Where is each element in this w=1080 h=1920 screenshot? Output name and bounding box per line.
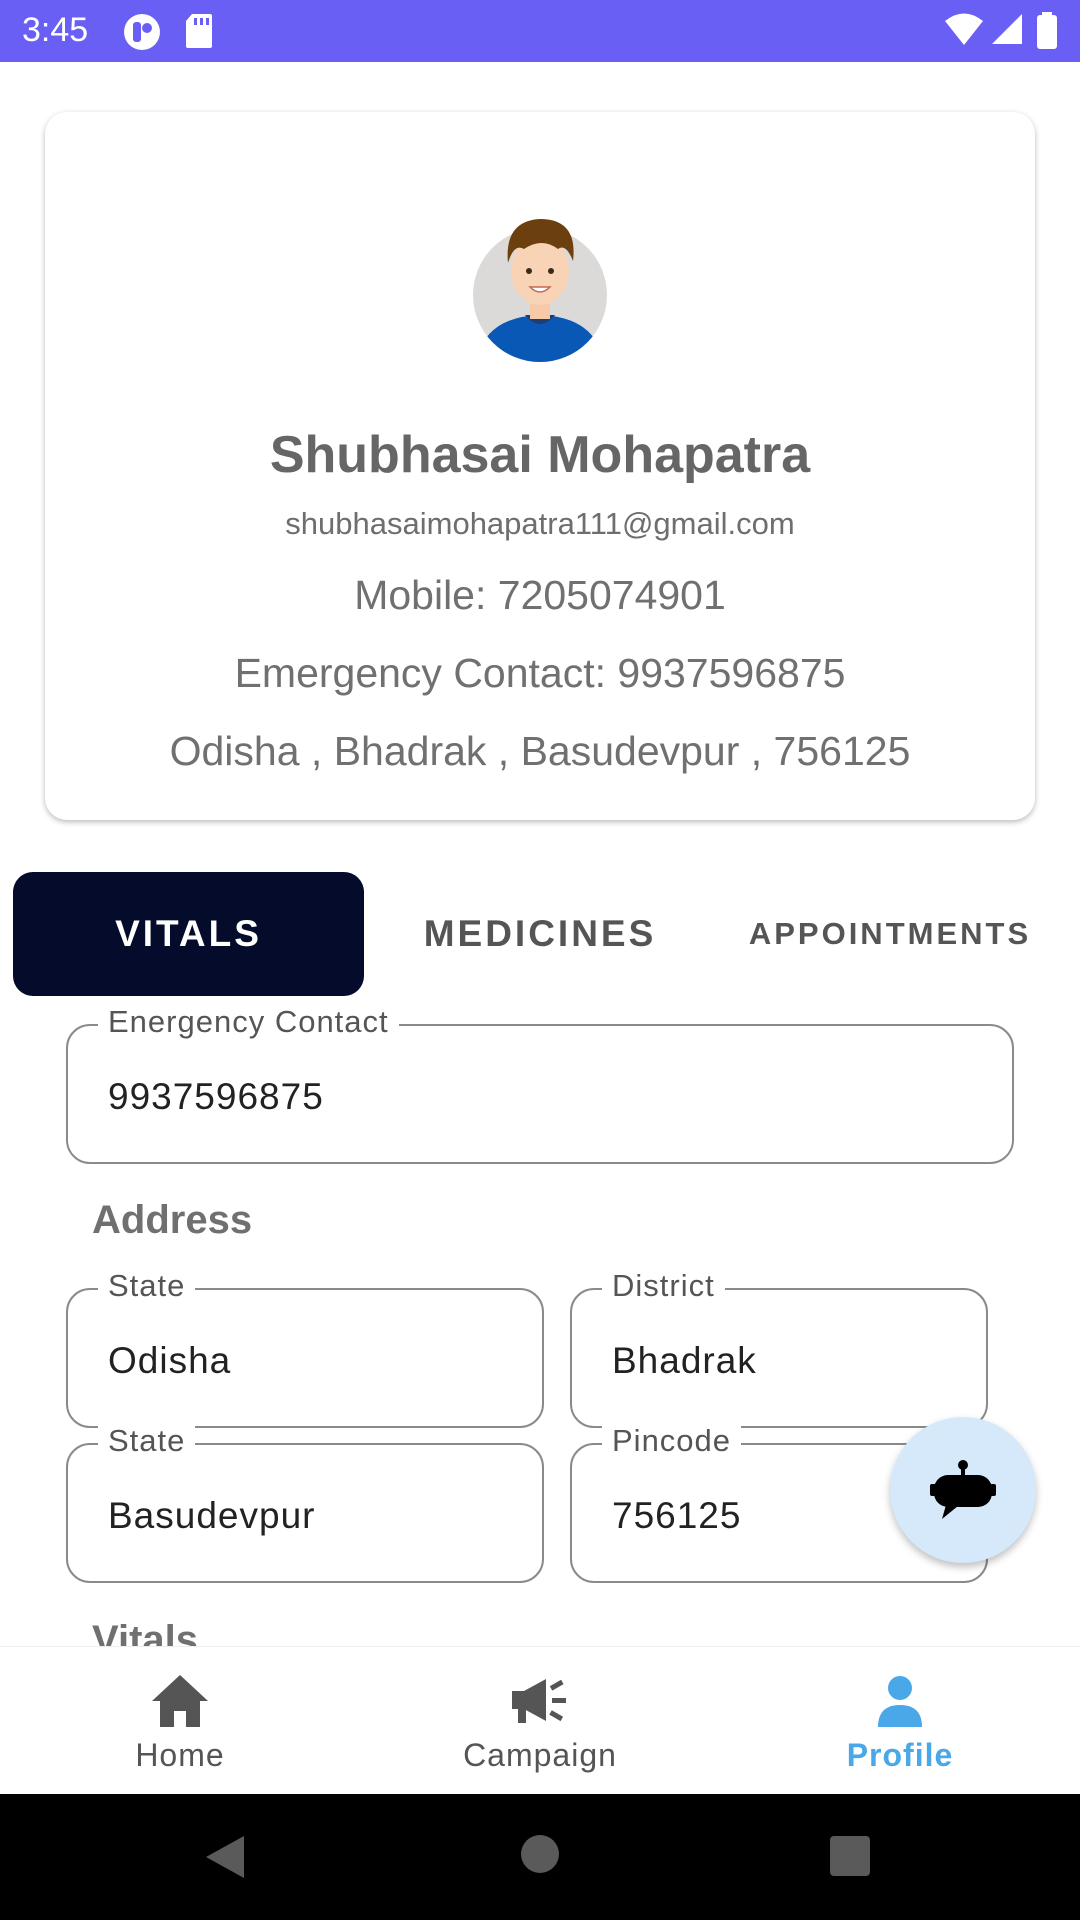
status-time: 3:45 <box>22 11 89 49</box>
nav-profile-label: Profile <box>846 1737 954 1773</box>
profile-mobile: Mobile: 7205074901 <box>354 572 726 618</box>
emergency-contact-value: 9937596875 <box>108 1076 324 1117</box>
tab-vitals[interactable]: VITALS <box>13 872 364 996</box>
profile-address: Odisha , Bhadrak , Basudevpur , 756125 <box>169 728 911 774</box>
district-label: District <box>602 1268 725 1304</box>
recents-icon[interactable] <box>830 1836 870 1876</box>
tab-appointments[interactable]: APPOINTMENTS <box>730 872 1050 996</box>
city-value: Basudevpur <box>108 1495 316 1536</box>
city-label: State <box>98 1423 196 1459</box>
cellular-signal-icon <box>992 14 1022 44</box>
profile-name: Shubhasai Mohapatra <box>269 426 811 484</box>
pincode-label: Pincode <box>602 1423 742 1459</box>
nav-profile[interactable]: Profile <box>720 1647 1080 1795</box>
megaphone-icon <box>512 1679 566 1723</box>
home-circle-icon[interactable] <box>520 1834 560 1874</box>
pincode-value: 756125 <box>612 1495 742 1536</box>
profile-emergency-contact: Emergency Contact: 9937596875 <box>234 650 846 696</box>
district-value: Bhadrak <box>612 1340 757 1381</box>
home-icon <box>152 1675 208 1727</box>
district-field[interactable]: District Bhadrak <box>570 1268 988 1428</box>
city-field[interactable]: State Basudevpur <box>66 1423 544 1583</box>
person-icon <box>878 1676 922 1727</box>
nav-home[interactable]: Home <box>0 1647 360 1795</box>
sd-card-icon <box>186 14 212 48</box>
state-label: State <box>98 1268 196 1304</box>
state-value: Odisha <box>108 1340 232 1381</box>
address-section-title: Address <box>92 1198 253 1242</box>
tab-medicines[interactable]: MEDICINES <box>390 872 690 996</box>
emergency-contact-label: Energency Contact <box>98 1004 399 1040</box>
profile-email: shubhasaimohapatra111@gmail.com <box>285 506 795 541</box>
chatbot-icon <box>930 1460 996 1519</box>
chatbot-fab[interactable] <box>890 1417 1036 1563</box>
nav-home-label: Home <box>135 1737 225 1773</box>
bottom-navigation: Home Campaign Profile <box>0 1646 1080 1795</box>
battery-icon <box>1037 12 1057 49</box>
status-bar: 3:45 <box>0 0 1080 62</box>
avatar <box>473 219 607 362</box>
nav-campaign-label: Campaign <box>463 1737 617 1773</box>
back-icon[interactable] <box>204 1834 246 1880</box>
nav-campaign[interactable]: Campaign <box>360 1647 720 1795</box>
state-field[interactable]: State Odisha <box>66 1268 544 1428</box>
app-notification-icon <box>124 14 160 50</box>
wifi-icon <box>945 13 983 45</box>
emergency-contact-field[interactable]: Energency Contact 9937596875 <box>66 1004 1014 1164</box>
system-navigation-bar <box>0 1794 1080 1920</box>
